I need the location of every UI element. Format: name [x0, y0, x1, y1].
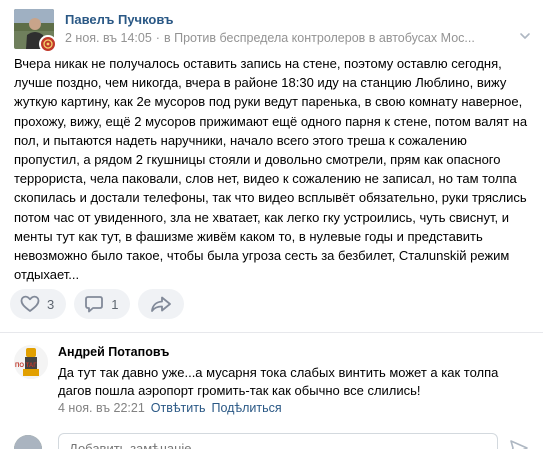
comment-avatar-text: ПО ТАГ [15, 363, 37, 369]
user-photo [14, 435, 42, 449]
comment-text: Да тут так давно уже...а мусарня тока сл… [58, 365, 499, 398]
comment-item: ПО ТАГ Андрей Потаповъ Да тут так давно … [14, 344, 534, 420]
current-user-avatar [14, 435, 42, 449]
post-author-name[interactable]: Павелъ Пучковъ [65, 12, 174, 27]
comment-author-avatar[interactable]: ПО ТАГ [14, 345, 48, 379]
comment-reply-link[interactable]: Отвѣтить [151, 401, 206, 415]
author-badge-icon [39, 35, 57, 53]
comment-share-link[interactable]: Подѣлиться [212, 401, 282, 415]
heart-icon [20, 295, 40, 312]
section-divider [0, 332, 543, 333]
share-button[interactable] [138, 289, 185, 319]
like-count: 3 [47, 296, 55, 312]
post-text: Вчера никак не получалось оставить запис… [14, 56, 528, 283]
post-meta: 2 ноя. въ 14:05 · в Против беспредела конт… [65, 31, 495, 45]
comment-date[interactable]: 4 ноя. въ 22:21 [58, 401, 145, 415]
chevron-down-icon[interactable] [518, 29, 532, 43]
comment-count: 1 [111, 296, 119, 312]
share-arrow-icon [151, 296, 172, 312]
post-header: Павелъ Пучковъ 2 ноя. въ 14:05 · в Против … [14, 9, 534, 53]
comment-avatar-picture: ПО ТАГ [14, 345, 48, 379]
post-actions: 3 1 [10, 289, 185, 319]
post-source-group[interactable]: в Против беспредела контролеров в автобу… [164, 31, 475, 45]
post-date[interactable]: 2 ноя. въ 14:05 [65, 31, 152, 45]
comment-button[interactable]: 1 [74, 289, 131, 319]
send-arrow-icon[interactable] [509, 439, 529, 449]
speech-bubble-icon [85, 296, 104, 313]
comment-input[interactable] [58, 433, 498, 449]
like-button[interactable]: 3 [10, 289, 67, 319]
meta-separator: · [155, 31, 160, 45]
reply-row [14, 433, 534, 449]
comment-author-name[interactable]: Андрей Потаповъ [58, 345, 169, 359]
comment-meta: 4 ноя. въ 22:21 Отвѣтить Подѣлиться [58, 401, 282, 415]
